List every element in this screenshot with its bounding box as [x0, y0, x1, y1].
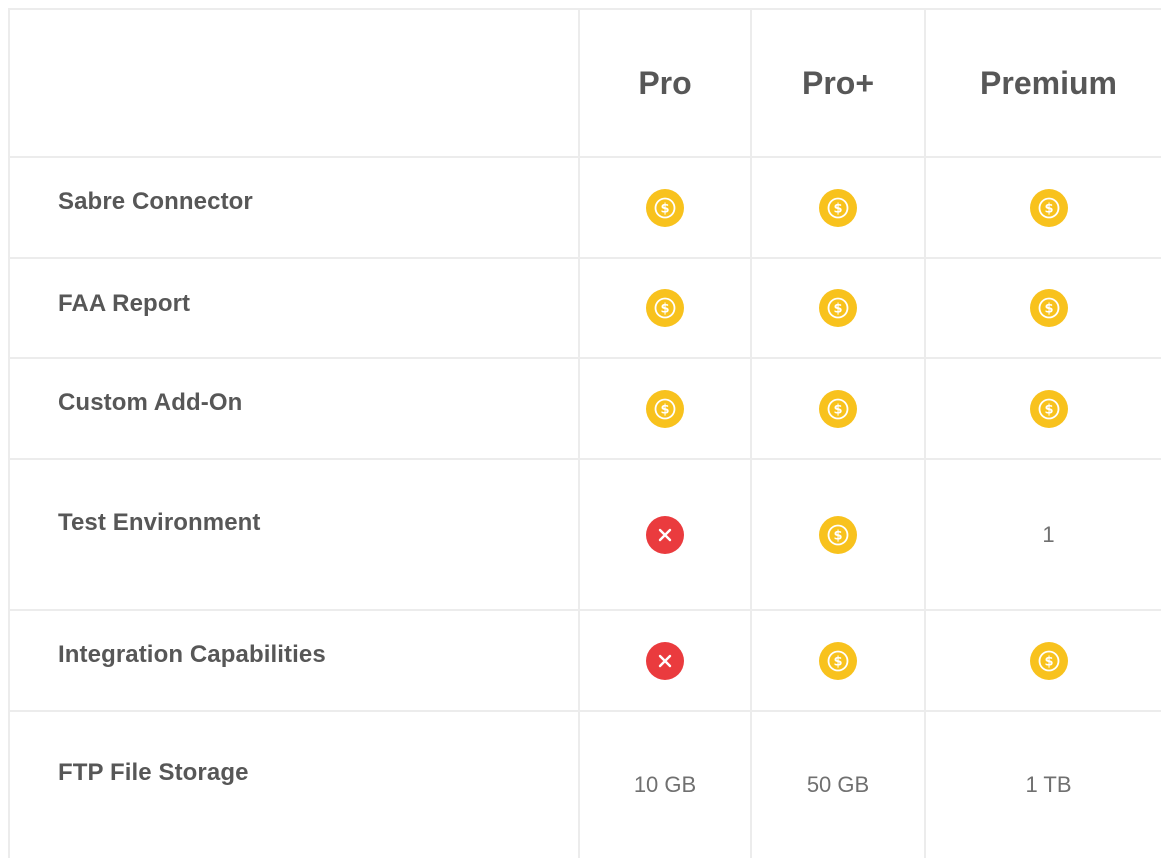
value-cell-premium: $	[926, 158, 1161, 257]
feature-label-sabre-connector: Sabre Connector	[58, 187, 253, 215]
value-text: 50 GB	[806, 772, 870, 797]
value-cell-premium: $	[926, 359, 1161, 458]
dollar-coin-icon: $	[646, 188, 684, 227]
svg-text:$: $	[1044, 654, 1053, 669]
dollar-coin-icon: $	[1029, 188, 1068, 227]
feature-label-faa-report: FAA Report	[58, 290, 191, 317]
svg-text:$: $	[660, 201, 669, 216]
dollar-coin-icon: $	[646, 289, 684, 327]
value-cell-premium: 1	[926, 460, 1161, 609]
dollar-coin-icon: $	[819, 641, 857, 680]
svg-text:$: $	[660, 402, 669, 417]
value-cell-premium: $	[926, 611, 1161, 710]
value-cell-pro-plus: $	[752, 460, 924, 609]
column-header-pro: Pro	[638, 64, 692, 101]
value-cell-pro: $	[580, 359, 750, 458]
dollar-coin-icon: $	[819, 289, 857, 327]
dollar-coin-icon: $	[1029, 389, 1068, 428]
x-circle-icon	[646, 515, 684, 554]
svg-text:$: $	[1044, 201, 1053, 216]
dollar-coin-icon: $	[819, 515, 857, 554]
value-cell-pro: $	[580, 158, 750, 257]
svg-text:$: $	[833, 402, 842, 417]
svg-text:$: $	[1044, 302, 1053, 317]
value-cell-pro-plus: $	[752, 259, 924, 357]
value-cell-pro	[580, 460, 750, 609]
value-cell-pro-plus: $	[752, 611, 924, 710]
value-cell-premium: $	[926, 259, 1161, 357]
feature-label-custom-add-on: Custom Add-On	[58, 388, 243, 416]
x-circle-icon	[646, 641, 684, 680]
value-text: 1	[1042, 521, 1055, 547]
svg-text:$: $	[833, 201, 842, 216]
svg-text:$: $	[660, 302, 669, 317]
feature-label-integration-capabilities: Integration Capabilities	[58, 640, 326, 668]
svg-text:$: $	[1044, 402, 1053, 417]
value-cell-pro: 10 GB	[580, 712, 750, 858]
svg-text:$: $	[833, 302, 842, 317]
value-cell-pro-plus: 50 GB	[752, 712, 924, 858]
dollar-coin-icon: $	[646, 389, 684, 428]
column-header-premium: Premium	[980, 64, 1117, 101]
value-cell-pro-plus: $	[752, 359, 924, 458]
dollar-coin-icon: $	[819, 389, 857, 428]
value-cell-pro-plus: $	[752, 158, 924, 257]
feature-label-ftp-file-storage: FTP File Storage	[58, 759, 249, 786]
feature-label-test-environment: Test Environment	[58, 508, 261, 536]
value-cell-premium: 1 TB	[926, 712, 1161, 858]
value-text: 1 TB	[1025, 772, 1072, 797]
value-cell-pro: $	[580, 259, 750, 357]
column-header-pro-plus: Pro+	[801, 64, 875, 101]
dollar-coin-icon: $	[819, 188, 857, 227]
dollar-coin-icon: $	[1029, 289, 1068, 327]
pricing-comparison-table: Pro Pro+ Premium Sabre Connector $ $ $ FAA R…	[0, 0, 1161, 858]
svg-text:$: $	[833, 654, 842, 669]
dollar-coin-icon: $	[1029, 641, 1068, 680]
value-cell-pro	[580, 611, 750, 710]
value-text: 10 GB	[633, 772, 697, 797]
svg-text:$: $	[833, 528, 842, 543]
